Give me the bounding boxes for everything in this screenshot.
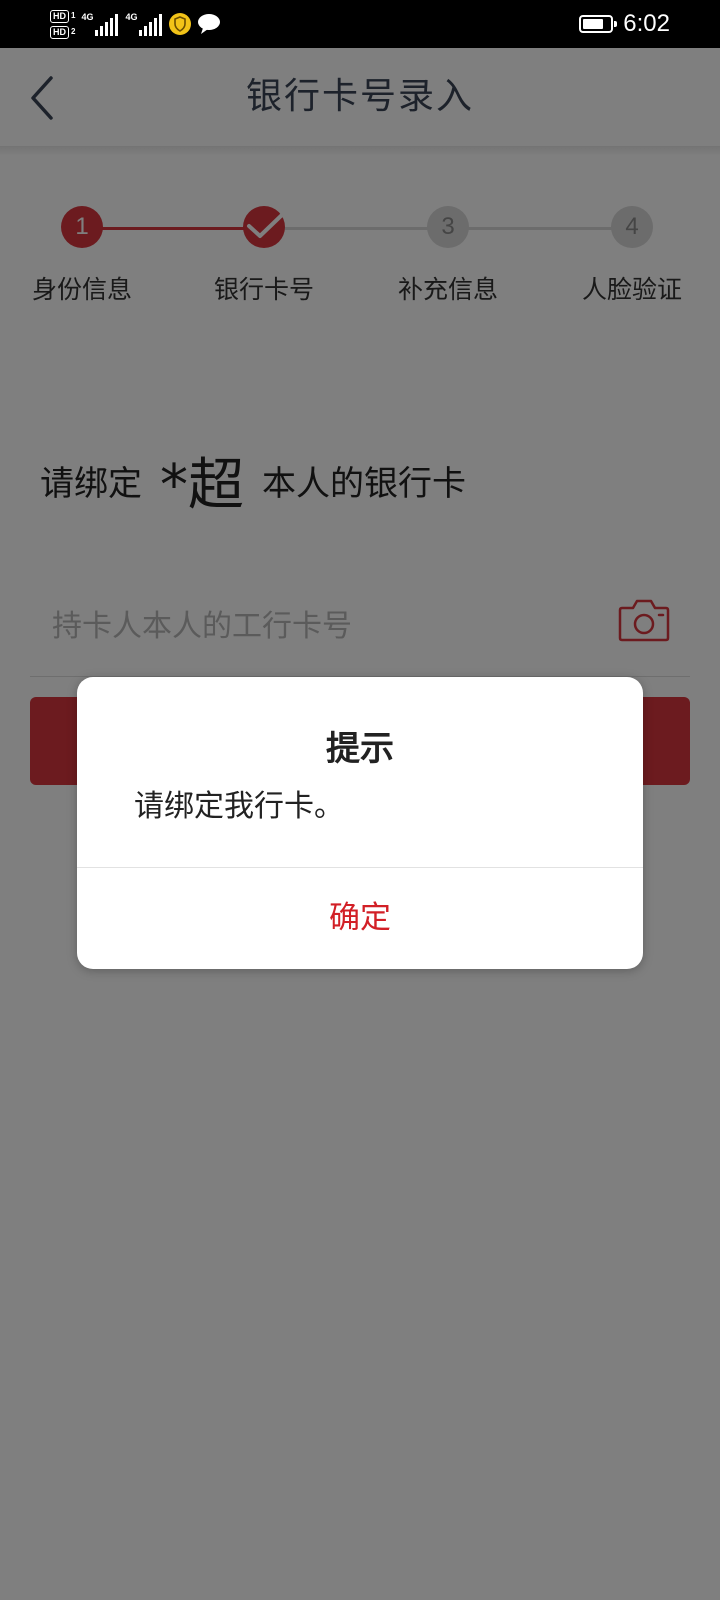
battery-icon [579,15,618,33]
hd-indicators: HD 1 HD 2 [50,9,76,39]
sim2-slot: 2 [71,27,76,36]
network-2-type: 4G [125,12,138,22]
signal-icon [95,14,119,36]
sim2-indicator: HD 2 [50,25,76,39]
hd-badge-icon: HD [50,25,69,39]
sim1-indicator: HD 1 [50,9,76,23]
hd-badge-icon: HD [50,9,69,23]
status-bar-left: HD 1 HD 2 4G 4G [50,0,221,48]
dialog-title: 提示 [326,729,394,769]
network-2: 4G [125,12,163,36]
network-1: 4G [81,12,119,36]
dialog-message: 请绑定我行卡。 [134,789,344,824]
chat-bubble-icon [198,14,221,34]
status-bar: HD 1 HD 2 4G 4G 6:02 [0,0,720,48]
confirm-button[interactable]: 确定 [77,868,643,969]
sim1-slot: 1 [71,11,76,20]
shield-app-icon [169,13,192,35]
network-1-type: 4G [81,12,94,22]
alert-dialog: 提示 请绑定我行卡。 确定 [77,677,643,969]
status-bar-right: 6:02 [579,0,670,48]
signal-icon [139,14,163,36]
clock: 6:02 [623,10,670,37]
